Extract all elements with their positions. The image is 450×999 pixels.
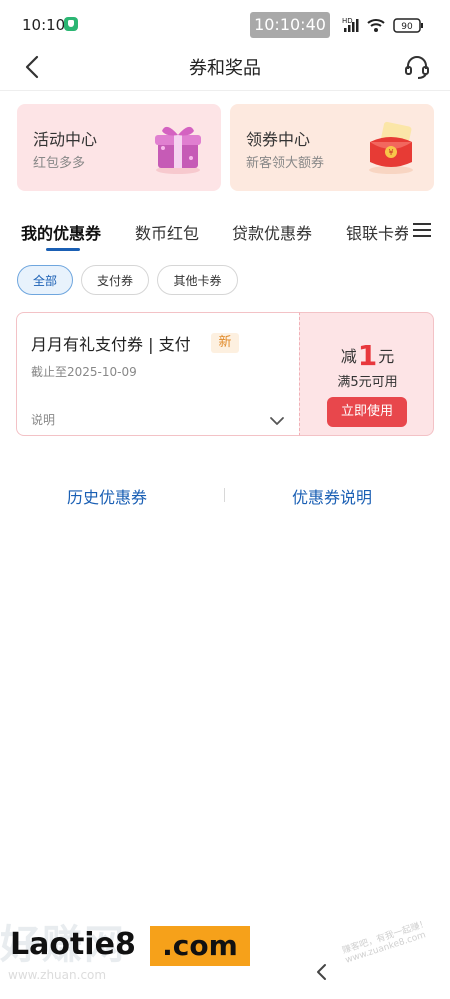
tab-loan-coupons[interactable]: 贷款优惠券 <box>232 220 312 244</box>
new-badge: 新 <box>211 333 239 353</box>
active-tab-indicator <box>46 248 80 251</box>
gift-box-icon <box>149 118 207 176</box>
coupon-value-panel: 减1元 满5元可用 立即使用 <box>299 312 434 436</box>
clock-overlay: 10:10:40 <box>250 12 330 38</box>
coupon-threshold: 满5元可用 <box>337 375 398 390</box>
chevron-down-icon[interactable] <box>269 412 285 425</box>
tab-unionpay-coupons[interactable]: 银联卡券 <box>346 220 408 244</box>
coupon-description-toggle[interactable]: 说明 <box>31 411 55 428</box>
coupon-explanation-link[interactable]: 优惠券说明 <box>292 484 372 508</box>
red-envelope-icon: ¥ <box>362 118 420 176</box>
card-subtitle: 新客领大额券 <box>246 156 325 171</box>
coupon-card: 月月有礼支付券 | 支付 新 截止至2025-10-09 说明 减1元 满5元可… <box>16 312 434 436</box>
menu-icon <box>413 223 431 237</box>
card-title: 领券中心 <box>246 130 311 149</box>
page-title: 券和奖品 <box>189 58 261 79</box>
nav-divider <box>0 90 450 91</box>
use-now-button[interactable]: 立即使用 <box>327 397 407 427</box>
coupon-info: 月月有礼支付券 | 支付 新 截止至2025-10-09 说明 <box>16 312 299 436</box>
watermark-stamp: 赚客吧，有我一起赚！ www.zuanke8.com <box>341 918 430 966</box>
discount-line: 减1元 <box>300 339 435 372</box>
tab-my-coupons[interactable]: 我的优惠券 <box>21 220 101 244</box>
tab-digital-red-packet[interactable]: 数币红包 <box>135 220 199 244</box>
coupon-expiry: 截止至2025-10-09 <box>31 365 137 379</box>
banner-domain: .com <box>150 926 250 966</box>
coupon-name: 月月有礼支付券 | 支付 <box>31 335 191 354</box>
history-coupons-link[interactable]: 历史优惠券 <box>67 484 147 508</box>
shield-icon <box>64 17 78 31</box>
status-icons: HD 90 <box>342 14 428 36</box>
network-label: HD <box>342 17 353 25</box>
discount-unit: 元 <box>378 347 395 366</box>
discount-amount: 1 <box>357 339 378 372</box>
chip-payment-coupon[interactable]: 支付券 <box>81 265 149 295</box>
tabs-menu-button[interactable] <box>412 220 432 240</box>
chip-all[interactable]: 全部 <box>17 265 73 295</box>
customer-service-button[interactable] <box>402 52 432 82</box>
signal-wifi-battery-icon: HD 90 <box>342 17 423 33</box>
card-subtitle: 红包多多 <box>33 156 86 171</box>
battery-level: 90 <box>401 22 413 32</box>
chip-other-cards[interactable]: 其他卡券 <box>157 265 238 295</box>
links-divider <box>224 488 225 502</box>
activity-center-card[interactable]: 活动中心 红包多多 <box>17 104 221 191</box>
svg-text:¥: ¥ <box>388 148 393 157</box>
banner-text: Laotie8 <box>10 927 136 962</box>
status-time: 10:10 <box>22 16 66 34</box>
card-title: 活动中心 <box>33 130 98 149</box>
watermark-url: www.zhuan.com <box>8 968 107 982</box>
system-back-button[interactable] <box>313 962 331 982</box>
coupon-center-card[interactable]: 领券中心 新客领大额券 ¥ <box>230 104 434 191</box>
discount-prefix: 减 <box>340 347 357 366</box>
headset-icon <box>405 56 429 79</box>
chevron-left-icon <box>317 964 326 980</box>
